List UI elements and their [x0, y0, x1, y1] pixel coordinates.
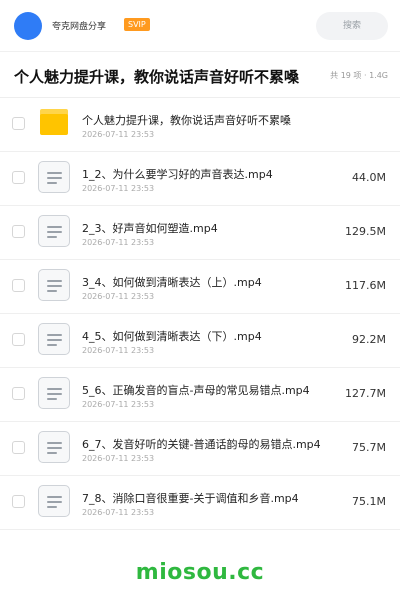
checkbox[interactable]	[12, 225, 25, 238]
file-size: 127.7M	[345, 387, 386, 400]
video-file-icon	[38, 377, 70, 409]
file-size: 129.5M	[345, 225, 386, 238]
svip-badge: SVIP	[124, 18, 150, 31]
file-size: 44.0M	[352, 171, 386, 184]
checkbox[interactable]	[12, 495, 25, 508]
file-date: 2026-07-11 23:53	[82, 292, 155, 301]
file-size: 92.2M	[352, 333, 386, 346]
list-item[interactable]: 3_4、如何做到清晰表达（上）.mp4 2026-07-11 23:53 117…	[0, 260, 400, 314]
file-date: 2026-07-11 23:53	[82, 130, 155, 139]
file-name: 3_4、如何做到清晰表达（上）.mp4	[82, 276, 262, 289]
video-file-icon	[38, 323, 70, 355]
file-list: 个人魅力提升课，教你说话声音好听不累嗓 2026-07-11 23:53 1_2…	[0, 98, 400, 530]
list-item[interactable]: 1_2、为什么要学习好的声音表达.mp4 2026-07-11 23:53 44…	[0, 152, 400, 206]
watermark: miosou.cc	[135, 560, 265, 585]
header: 夸克网盘分享 SVIP 搜索	[0, 0, 400, 52]
file-name: 4_5、如何做到清晰表达（下）.mp4	[82, 330, 262, 343]
checkbox[interactable]	[12, 171, 25, 184]
video-file-icon	[38, 161, 70, 193]
folder-meta: 共 19 项 · 1.4G	[330, 71, 388, 80]
search-input[interactable]: 搜索	[316, 12, 388, 40]
file-size: 75.7M	[352, 441, 386, 454]
list-item[interactable]: 2_3、好声音如何塑造.mp4 2026-07-11 23:53 129.5M	[0, 206, 400, 260]
file-name: 2_3、好声音如何塑造.mp4	[82, 222, 218, 235]
file-date: 2026-07-11 23:53	[82, 184, 155, 193]
file-date: 2026-07-11 23:53	[82, 508, 155, 517]
video-file-icon	[38, 431, 70, 463]
file-date: 2026-07-11 23:53	[82, 346, 155, 355]
list-item[interactable]: 6_7、发音好听的关键-普通话韵母的易错点.mp4 2026-07-11 23:…	[0, 422, 400, 476]
file-name: 1_2、为什么要学习好的声音表达.mp4	[82, 168, 273, 181]
folder-header: 个人魅力提升课，教你说话声音好听不累嗓 共 19 项 · 1.4G	[0, 52, 400, 98]
file-name: 7_8、消除口音很重要-关于调值和乡音.mp4	[82, 492, 299, 505]
list-item[interactable]: 5_6、正确发音的盲点-声母的常见易错点.mp4 2026-07-11 23:5…	[0, 368, 400, 422]
checkbox[interactable]	[12, 333, 25, 346]
file-date: 2026-07-11 23:53	[82, 400, 155, 409]
file-name: 5_6、正确发音的盲点-声母的常见易错点.mp4	[82, 384, 310, 397]
file-size: 117.6M	[345, 279, 386, 292]
app-name: 夸克网盘分享	[52, 22, 107, 32]
video-file-icon	[38, 485, 70, 517]
file-size: 75.1M	[352, 495, 386, 508]
checkbox[interactable]	[12, 441, 25, 454]
list-item[interactable]: 4_5、如何做到清晰表达（下）.mp4 2026-07-11 23:53 92.…	[0, 314, 400, 368]
file-date: 2026-07-11 23:53	[82, 454, 155, 463]
file-name: 6_7、发音好听的关键-普通话韵母的易错点.mp4	[82, 438, 321, 451]
video-file-icon	[38, 269, 70, 301]
file-date: 2026-07-11 23:53	[82, 238, 155, 247]
avatar[interactable]	[14, 12, 42, 40]
file-name: 个人魅力提升课，教你说话声音好听不累嗓	[82, 114, 291, 127]
checkbox[interactable]	[12, 279, 25, 292]
folder-icon	[40, 109, 68, 135]
checkbox[interactable]	[12, 387, 25, 400]
video-file-icon	[38, 215, 70, 247]
page-title: 个人魅力提升课，教你说话声音好听不累嗓	[14, 68, 300, 86]
list-item[interactable]: 个人魅力提升课，教你说话声音好听不累嗓 2026-07-11 23:53	[0, 98, 400, 152]
checkbox[interactable]	[12, 117, 25, 130]
list-item[interactable]: 7_8、消除口音很重要-关于调值和乡音.mp4 2026-07-11 23:53…	[0, 476, 400, 530]
